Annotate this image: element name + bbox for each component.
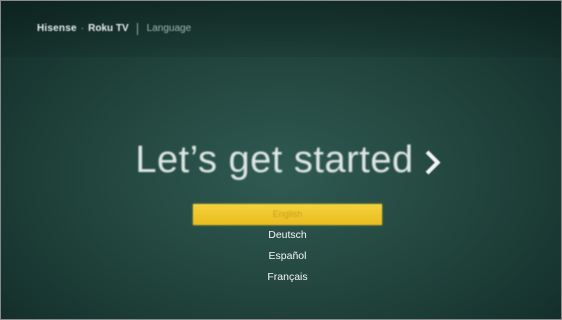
language-option-label: Français bbox=[267, 271, 308, 283]
language-option-label: Deutsch bbox=[268, 229, 307, 241]
brand-separator: · bbox=[80, 23, 85, 34]
language-option-english[interactable]: English bbox=[193, 204, 382, 225]
language-list: English Deutsch Español Français bbox=[192, 204, 383, 288]
chevron-right-icon[interactable] bbox=[416, 150, 441, 175]
headline-row: Let’s get started bbox=[1, 139, 561, 182]
top-bar: Hisense · Roku TV Language bbox=[1, 1, 561, 57]
language-option-label: Español bbox=[268, 250, 307, 262]
screen-title: Language bbox=[146, 23, 192, 34]
brand-maker: Hisense bbox=[37, 23, 77, 34]
brand-product: Roku TV bbox=[88, 23, 129, 34]
header-divider bbox=[136, 23, 138, 35]
page-title: Let’s get started bbox=[135, 139, 414, 181]
language-option-deutsch[interactable]: Deutsch bbox=[193, 225, 382, 246]
language-option-label: English bbox=[272, 209, 303, 219]
brand-header: Hisense · Roku TV Language bbox=[37, 23, 191, 35]
tv-screen: Hisense · Roku TV Language Let’s get sta… bbox=[0, 0, 562, 320]
language-option-espanol[interactable]: Español bbox=[193, 246, 382, 267]
language-option-francais[interactable]: Français bbox=[193, 267, 382, 288]
